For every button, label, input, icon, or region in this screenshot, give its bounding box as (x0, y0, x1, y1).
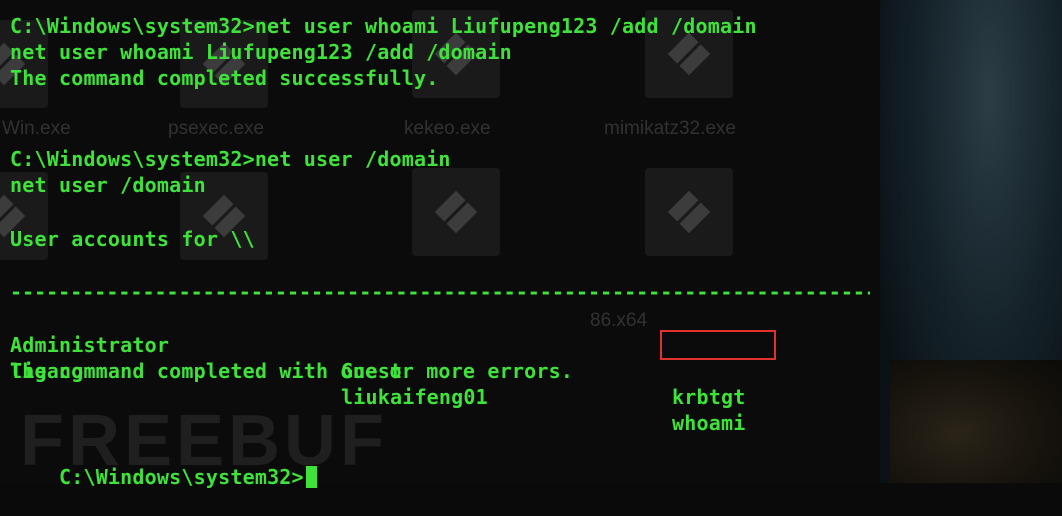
command-line: C:\Windows\system32>net user /domain (10, 147, 451, 171)
account-name-highlighted: whoami (672, 411, 746, 435)
wallpaper-rock (890, 360, 1062, 483)
desktop-file-label: psexec.exe (168, 118, 265, 139)
app-icon (412, 168, 500, 256)
separator-line: ----------------------------------------… (10, 280, 870, 304)
accounts-header: User accounts for \\ (10, 227, 255, 251)
prompt: C:\Windows\system32> (58, 465, 304, 489)
desktop-file-label: Win.exe (2, 118, 71, 139)
desktop-file-label: mimikatz32.exe (604, 118, 736, 139)
command-result: The command completed with one or more e… (10, 359, 574, 383)
desktop-wallpaper (880, 0, 1062, 483)
account-name: krbtgt (672, 385, 746, 409)
text-cursor (305, 466, 317, 488)
command-echo: net user whoami Liufupeng123 /add /domai… (10, 40, 512, 64)
prompt-line[interactable]: C:\Windows\system32> (10, 438, 317, 516)
account-row: Administrator Guest krbtgt (10, 306, 870, 409)
app-icon (645, 168, 733, 256)
highlight-box (660, 330, 776, 360)
desktop-file-label: kekeo.exe (404, 118, 491, 139)
terminal-window[interactable]: Win.exe psexec.exe kekeo.exe mimikatz32.… (0, 0, 880, 489)
command-echo: net user /domain (10, 173, 206, 197)
account-name: liukaifeng01 (341, 385, 488, 409)
command-result: The command completed successfully. (10, 66, 439, 90)
command-line: C:\Windows\system32>net user whoami Liuf… (10, 14, 757, 38)
